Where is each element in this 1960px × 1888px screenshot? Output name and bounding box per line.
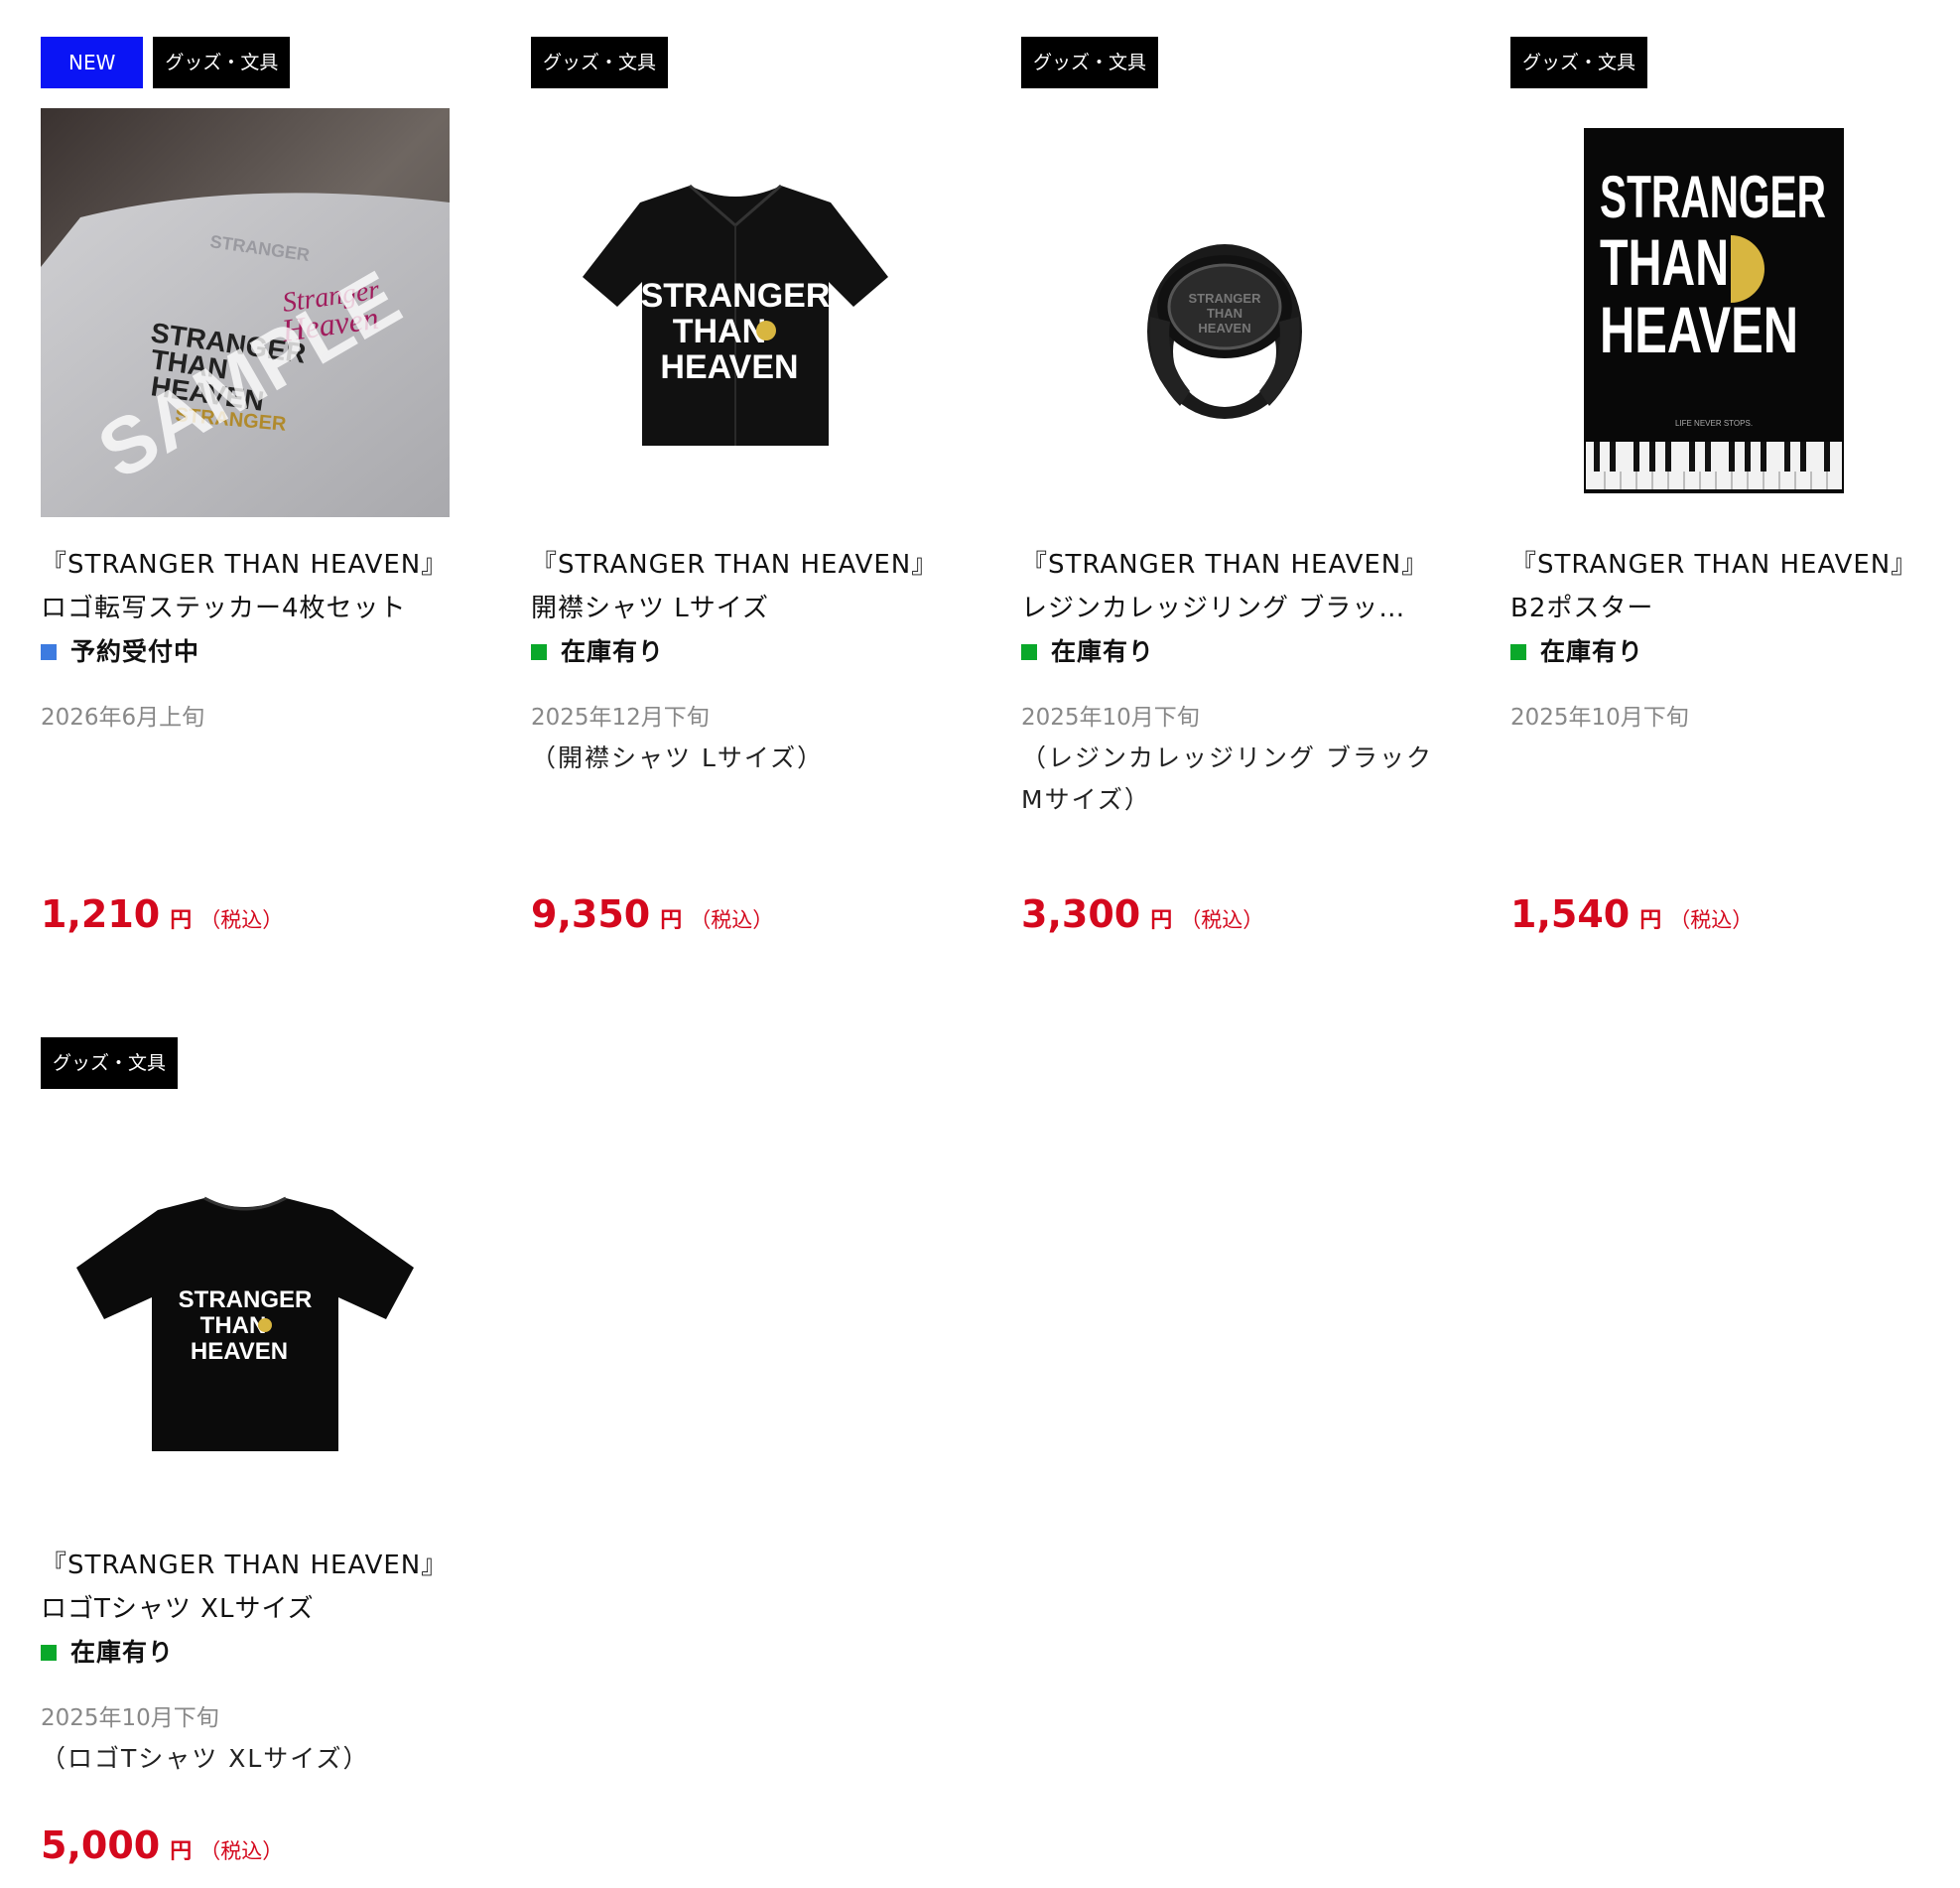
product-image[interactable]: STRANGER STRANGER THAN HEAVEN Stranger H… — [41, 108, 450, 517]
release-date: 2026年6月上旬 — [41, 705, 205, 731]
svg-text:HEAVEN: HEAVEN — [1600, 293, 1798, 366]
price-tax-note: （税込） — [690, 908, 774, 932]
price: 1,210 円 （税込） — [41, 892, 283, 936]
tag-list: グッズ・文具 — [41, 1037, 179, 1089]
category-tag: グッズ・文具 — [531, 37, 669, 88]
sticker-sample-image: STRANGER STRANGER THAN HEAVEN Stranger H… — [41, 108, 450, 517]
release-date: 2025年12月下旬 （開襟シャツ Lサイズ） — [531, 698, 948, 779]
stock-status: 在庫有り — [41, 1636, 174, 1670]
price-value: 9,350 — [531, 892, 651, 936]
variant-label: （レジンカレッジリング ブラック Mサイズ） — [1021, 743, 1433, 814]
tshirt-image: STRANGER THAN HEAVEN — [76, 1196, 414, 1451]
price-value: 1,540 — [1510, 892, 1631, 936]
price: 9,350 円 （税込） — [531, 892, 773, 936]
svg-text:LIFE NEVER STOPS.: LIFE NEVER STOPS. — [1675, 419, 1753, 428]
product-title[interactable]: 『STRANGER THAN HEAVEN』 ロゴTシャツ XLサイズ — [41, 1544, 457, 1631]
stock-status: 在庫有り — [1510, 635, 1643, 669]
svg-text:HEAVEN: HEAVEN — [660, 348, 798, 386]
category-tag: グッズ・文具 — [153, 37, 291, 88]
svg-text:STRANGER: STRANGER — [1600, 164, 1826, 230]
svg-text:THAN: THAN — [1600, 225, 1729, 299]
price: 3,300 円 （税込） — [1021, 892, 1263, 936]
price-value: 1,210 — [41, 892, 161, 936]
price-currency: 円 — [1150, 908, 1173, 933]
category-tag: グッズ・文具 — [41, 1037, 179, 1089]
shirt-image: STRANGER THAN HEAVEN — [583, 184, 888, 446]
price-currency: 円 — [1639, 908, 1662, 933]
svg-text:HEAVEN: HEAVEN — [1198, 321, 1250, 336]
variant-label: （開襟シャツ Lサイズ） — [531, 743, 825, 772]
product-title[interactable]: 『STRANGER THAN HEAVEN』 レジンカレッジリング ブラッ… — [1021, 543, 1438, 630]
tag-list: グッズ・文具 — [1021, 37, 1159, 88]
category-tag: グッズ・文具 — [1021, 37, 1159, 88]
product-image[interactable]: STRANGER THAN HEAVEN — [531, 108, 940, 517]
svg-text:HEAVEN: HEAVEN — [191, 1338, 288, 1365]
price-tax-note: （税込） — [1669, 908, 1754, 932]
release-date: 2025年10月下旬 （レジンカレッジリング ブラック Mサイズ） — [1021, 698, 1438, 821]
svg-text:THAN: THAN — [1207, 306, 1242, 321]
stock-status: 予約受付中 — [41, 635, 199, 669]
tag-list: NEW グッズ・文具 — [41, 37, 291, 88]
svg-text:STRANGER: STRANGER — [179, 1286, 313, 1313]
price-tax-note: （税込） — [1180, 908, 1264, 932]
price: 5,000 円 （税込） — [41, 1823, 283, 1867]
ring-image: STRANGER THAN HEAVEN — [1147, 244, 1302, 419]
price-tax-note: （税込） — [199, 908, 284, 932]
release-date: 2025年10月下旬 （ロゴTシャツ XLサイズ） — [41, 1698, 457, 1780]
stock-status: 在庫有り — [1021, 635, 1154, 669]
stock-status: 在庫有り — [531, 635, 664, 669]
status-indicator — [531, 644, 547, 660]
release-date: 2025年10月下旬 — [1510, 705, 1689, 731]
poster-image: STRANGER THAN HEAVEN LIFE NEVER STOPS. — [1584, 128, 1844, 493]
product-image[interactable]: STRANGER THAN HEAVEN — [1021, 108, 1430, 517]
svg-text:STRANGER: STRANGER — [641, 277, 831, 315]
svg-text:THAN: THAN — [673, 313, 766, 350]
product-title[interactable]: 『STRANGER THAN HEAVEN』 B2ポスター — [1510, 543, 1927, 630]
price-value: 5,000 — [41, 1823, 161, 1867]
status-indicator — [41, 1645, 57, 1661]
price-currency: 円 — [170, 1839, 193, 1864]
price-tax-note: （税込） — [199, 1839, 284, 1863]
status-indicator — [1021, 644, 1037, 660]
price: 1,540 円 （税込） — [1510, 892, 1753, 936]
price-value: 3,300 — [1021, 892, 1141, 936]
product-title[interactable]: 『STRANGER THAN HEAVEN』 開襟シャツ Lサイズ — [531, 543, 948, 630]
price-currency: 円 — [170, 908, 193, 933]
variant-label: （ロゴTシャツ XLサイズ） — [41, 1744, 370, 1773]
product-title[interactable]: 『STRANGER THAN HEAVEN』 ロゴ転写ステッカー4枚セット — [41, 543, 457, 630]
category-tag: グッズ・文具 — [1510, 37, 1648, 88]
new-tag: NEW — [41, 37, 144, 88]
status-indicator — [1510, 644, 1526, 660]
tag-list: グッズ・文具 — [531, 37, 669, 88]
price-currency: 円 — [660, 908, 683, 933]
svg-text:STRANGER: STRANGER — [1189, 291, 1262, 306]
tag-list: グッズ・文具 — [1510, 37, 1648, 88]
svg-text:THAN: THAN — [200, 1312, 267, 1339]
status-indicator — [41, 644, 57, 660]
product-image[interactable]: STRANGER THAN HEAVEN — [41, 1109, 450, 1518]
product-image[interactable]: STRANGER THAN HEAVEN LIFE NEVER STOPS. — [1510, 108, 1919, 517]
